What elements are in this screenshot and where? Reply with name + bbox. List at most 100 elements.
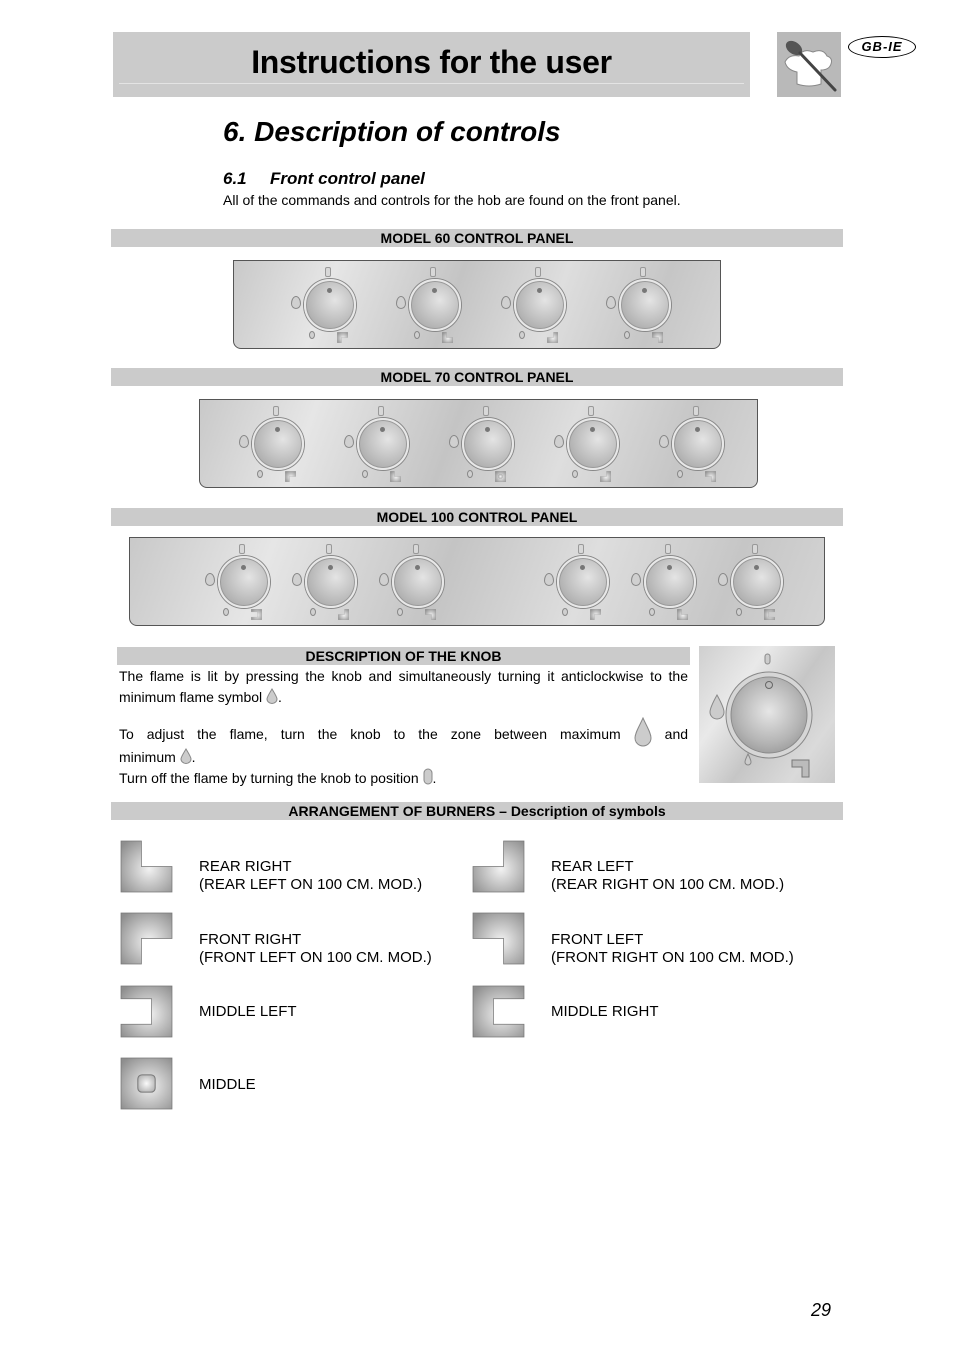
burner-knob-front-left[interactable] bbox=[604, 267, 684, 347]
off-position-icon bbox=[413, 544, 419, 554]
burner-knob-middle-left[interactable] bbox=[203, 544, 283, 624]
max-flame-icon bbox=[634, 717, 652, 747]
max-flame-icon bbox=[396, 296, 406, 309]
knob-indicator bbox=[580, 565, 585, 570]
min-flame-icon bbox=[467, 470, 473, 478]
off-position-icon bbox=[326, 544, 332, 554]
page-number: 29 bbox=[811, 1300, 832, 1320]
knob-indicator bbox=[485, 427, 490, 432]
front-right-symbol-icon bbox=[590, 607, 601, 620]
knob[interactable] bbox=[567, 418, 619, 470]
knob[interactable] bbox=[252, 418, 304, 470]
knob-paragraph-minimum: minimum . bbox=[119, 748, 196, 765]
knob-paragraph-adjust: To adjust the flame, turn the knob to th… bbox=[119, 717, 688, 747]
max-flame-icon bbox=[659, 435, 669, 448]
model-70-heading: MODEL 70 CONTROL PANEL bbox=[111, 368, 843, 386]
off-position-icon bbox=[483, 406, 489, 416]
knob[interactable] bbox=[644, 556, 696, 608]
rear-left-symbol-icon bbox=[472, 840, 525, 893]
min-flame-icon bbox=[572, 470, 578, 478]
front-left-symbol-icon bbox=[705, 469, 716, 482]
language-badge: GB-IE bbox=[848, 36, 916, 58]
front-right-symbol-icon bbox=[120, 912, 173, 965]
burner-knob-rear-left[interactable] bbox=[499, 267, 579, 347]
legend-rear-right: REAR RIGHT (REAR LEFT ON 100 CM. MOD.) bbox=[199, 858, 423, 893]
subsection-number: 6.1 bbox=[223, 169, 247, 188]
front-right-symbol-icon bbox=[285, 469, 296, 482]
max-flame-icon bbox=[631, 573, 641, 586]
knob[interactable] bbox=[218, 556, 270, 608]
section-title: 6. Description of controls bbox=[223, 116, 561, 147]
legend-front-left: FRONT LEFT (FRONT RIGHT ON 100 CM. MOD.) bbox=[551, 931, 794, 966]
knob-indicator bbox=[642, 288, 647, 293]
min-flame-icon bbox=[397, 608, 403, 616]
burner-knob-rear-right[interactable] bbox=[394, 267, 474, 347]
min-flame-icon bbox=[736, 608, 742, 616]
knob[interactable] bbox=[672, 418, 724, 470]
knob-indicator bbox=[754, 565, 759, 570]
max-flame-icon bbox=[544, 573, 554, 586]
header-rule bbox=[119, 83, 744, 84]
legend-front-right: FRONT RIGHT (FRONT LEFT ON 100 CM. MOD.) bbox=[199, 931, 432, 966]
front-right-symbol-icon bbox=[337, 330, 348, 343]
burner-knob-front-right[interactable] bbox=[542, 544, 622, 624]
legend-middle: MIDDLE bbox=[199, 1076, 256, 1093]
knob[interactable] bbox=[305, 556, 357, 608]
document-title: Instructions for the user bbox=[251, 44, 612, 80]
max-flame-icon bbox=[291, 296, 301, 309]
burner-knob-rear-right[interactable] bbox=[342, 406, 422, 486]
knob-paragraph-off: Turn off the flame by turning the knob t… bbox=[119, 768, 437, 786]
burner-knob-front-right[interactable] bbox=[237, 406, 317, 486]
rear-left-symbol-icon bbox=[600, 469, 611, 482]
knob-indicator bbox=[537, 288, 542, 293]
max-flame-icon bbox=[239, 435, 249, 448]
burner-knob-front-right[interactable] bbox=[289, 267, 369, 347]
burner-knob-rear-left[interactable] bbox=[290, 544, 370, 624]
min-flame-icon bbox=[362, 470, 368, 478]
knob-indicator bbox=[380, 427, 385, 432]
rear-left-symbol-icon bbox=[547, 330, 558, 343]
rear-right-symbol-icon bbox=[442, 330, 453, 343]
min-flame-icon bbox=[414, 331, 420, 339]
knob-indicator bbox=[667, 565, 672, 570]
max-flame-icon bbox=[606, 296, 616, 309]
min-flame-icon bbox=[266, 688, 278, 704]
burner-knob-front-left[interactable] bbox=[377, 544, 457, 624]
front-left-symbol-icon bbox=[652, 330, 663, 343]
knob[interactable] bbox=[357, 418, 409, 470]
off-position-icon bbox=[752, 544, 758, 554]
front-left-symbol-icon bbox=[425, 607, 436, 620]
knob[interactable] bbox=[392, 556, 444, 608]
burner-knob-rear-right[interactable] bbox=[629, 544, 709, 624]
model-100-heading: MODEL 100 CONTROL PANEL bbox=[111, 508, 843, 526]
knob[interactable] bbox=[557, 556, 609, 608]
rear-left-symbol-icon bbox=[338, 607, 349, 620]
min-flame-icon bbox=[257, 470, 263, 478]
off-position-icon bbox=[325, 267, 331, 277]
knob[interactable] bbox=[514, 279, 566, 331]
burner-knob-front-left[interactable] bbox=[657, 406, 737, 486]
knob[interactable] bbox=[304, 279, 356, 331]
knob[interactable] bbox=[619, 279, 671, 331]
knob-description-text: The flame is lit by pressing the knob an… bbox=[119, 666, 688, 789]
min-flame-icon bbox=[309, 331, 315, 339]
knob-indicator bbox=[327, 288, 332, 293]
knob-indicator bbox=[328, 565, 333, 570]
knob-description-heading: DESCRIPTION OF THE KNOB bbox=[117, 647, 690, 665]
burner-knob-middle[interactable] bbox=[447, 406, 527, 486]
burner-knob-rear-left[interactable] bbox=[552, 406, 632, 486]
chef-spoon-logo-icon bbox=[777, 32, 841, 97]
off-position-icon bbox=[430, 267, 436, 277]
legend-middle-left: MIDDLE LEFT bbox=[199, 1003, 297, 1020]
front-left-symbol-icon bbox=[472, 912, 525, 965]
off-position-icon bbox=[423, 768, 433, 785]
middle-symbol-icon bbox=[495, 469, 506, 482]
model-60-heading: MODEL 60 CONTROL PANEL bbox=[111, 229, 843, 247]
min-flame-icon bbox=[677, 470, 683, 478]
knob[interactable] bbox=[462, 418, 514, 470]
middle-left-symbol-icon bbox=[120, 985, 173, 1038]
knob[interactable] bbox=[731, 556, 783, 608]
burner-knob-middle-right[interactable] bbox=[716, 544, 796, 624]
knob-closeup-image bbox=[699, 646, 835, 783]
knob[interactable] bbox=[409, 279, 461, 331]
